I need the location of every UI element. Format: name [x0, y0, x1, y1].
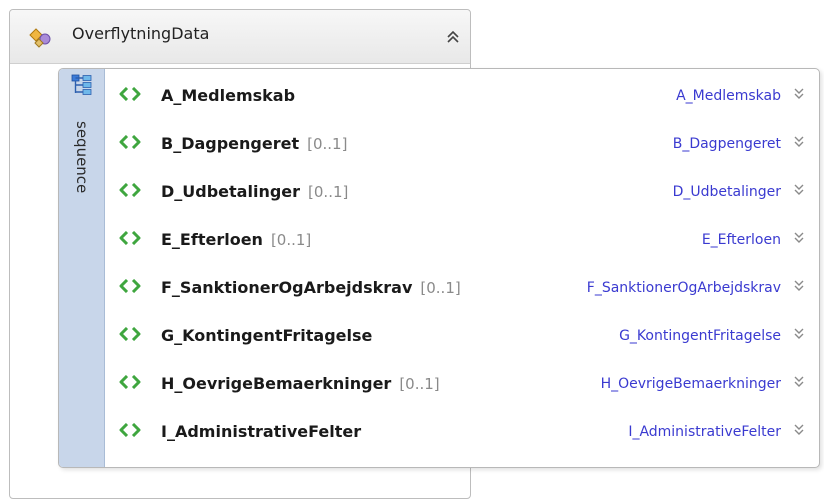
- element-icon: [119, 327, 141, 341]
- sequence-label: sequence: [73, 121, 91, 194]
- element-name: B_Dagpengeret [0..1]: [161, 134, 347, 153]
- double-chevron-down-icon[interactable]: [793, 423, 805, 437]
- element-cardinality: [0..1]: [308, 183, 349, 201]
- double-chevron-down-icon[interactable]: [793, 375, 805, 389]
- element-name: D_Udbetalinger [0..1]: [161, 182, 348, 201]
- element-row[interactable]: A_Medlemskab A_Medlemskab: [105, 73, 819, 121]
- double-chevron-down-icon[interactable]: [793, 183, 805, 197]
- element-name-text: D_Udbetalinger: [161, 182, 301, 201]
- element-icon: [119, 135, 141, 149]
- double-chevron-down-icon[interactable]: [793, 87, 805, 101]
- complex-type-header: OverflytningData: [10, 10, 470, 64]
- double-chevron-down-icon[interactable]: [793, 135, 805, 149]
- sequence-box: sequence A_Medlemskab A_Medlemskab B_Dagpe…: [58, 68, 820, 468]
- element-cardinality: [0..1]: [307, 135, 348, 153]
- element-type-link[interactable]: F_SanktionerOgArbejdskrav: [587, 280, 781, 296]
- element-cardinality: [0..1]: [399, 375, 440, 393]
- element-row[interactable]: F_SanktionerOgArbejdskrav [0..1] F_Sanktio…: [105, 265, 819, 313]
- double-chevron-down-icon[interactable]: [793, 279, 805, 293]
- element-cardinality: [0..1]: [270, 231, 312, 249]
- element-row[interactable]: D_Udbetalinger [0..1] D_Udbetalinger: [105, 169, 819, 217]
- double-chevron-up-icon[interactable]: [446, 30, 460, 44]
- element-row[interactable]: I_AdministrativeFelter I_AdministrativeFe…: [105, 409, 819, 457]
- element-name-text: H_OevrigeBemaerkninger: [161, 374, 392, 393]
- element-icon: [119, 279, 141, 293]
- element-type-link[interactable]: A_Medlemskab: [676, 88, 781, 104]
- element-name-text: F_SanktionerOgArbejdskrav: [161, 278, 413, 297]
- element-icon: [119, 87, 141, 101]
- element-name: E_Efterloen [0..1]: [161, 230, 311, 249]
- sequence-compositor-bar: sequence: [59, 69, 105, 467]
- element-icon: [119, 183, 141, 197]
- element-name: G_KontingentFritagelse: [161, 326, 380, 345]
- element-row[interactable]: B_Dagpengeret [0..1] B_Dagpengeret: [105, 121, 819, 169]
- element-name: H_OevrigeBemaerkninger [0..1]: [161, 374, 440, 393]
- element-name-text: G_KontingentFritagelse: [161, 326, 373, 345]
- element-type-link[interactable]: I_AdministrativeFelter: [628, 424, 781, 440]
- element-type-link[interactable]: E_Efterloen: [702, 232, 781, 248]
- element-row[interactable]: H_OevrigeBemaerkninger [0..1] H_OevrigeBem…: [105, 361, 819, 409]
- complex-type-name: OverflytningData: [72, 24, 210, 43]
- element-name-text: I_AdministrativeFelter: [161, 422, 362, 441]
- element-name: F_SanktionerOgArbejdskrav [0..1]: [161, 278, 461, 297]
- complex-type-icon: [29, 28, 51, 48]
- element-type-link[interactable]: D_Udbetalinger: [673, 184, 781, 200]
- element-icon: [119, 375, 141, 389]
- element-name-text: B_Dagpengeret: [161, 134, 300, 153]
- element-row[interactable]: E_Efterloen [0..1] E_Efterloen: [105, 217, 819, 265]
- element-type-link[interactable]: G_KontingentFritagelse: [619, 328, 781, 344]
- double-chevron-down-icon[interactable]: [793, 231, 805, 245]
- element-name-text: A_Medlemskab: [161, 86, 296, 105]
- element-name: I_AdministrativeFelter: [161, 422, 369, 441]
- sequence-icon: [71, 74, 92, 95]
- element-row[interactable]: G_KontingentFritagelse G_KontingentFritag…: [105, 313, 819, 361]
- element-cardinality: [0..1]: [420, 279, 461, 297]
- element-name-text: E_Efterloen: [161, 230, 263, 249]
- element-icon: [119, 423, 141, 437]
- element-name: A_Medlemskab: [161, 86, 303, 105]
- double-chevron-down-icon[interactable]: [793, 327, 805, 341]
- element-type-link[interactable]: B_Dagpengeret: [673, 136, 781, 152]
- element-icon: [119, 231, 141, 245]
- element-type-link[interactable]: H_OevrigeBemaerkninger: [601, 376, 781, 392]
